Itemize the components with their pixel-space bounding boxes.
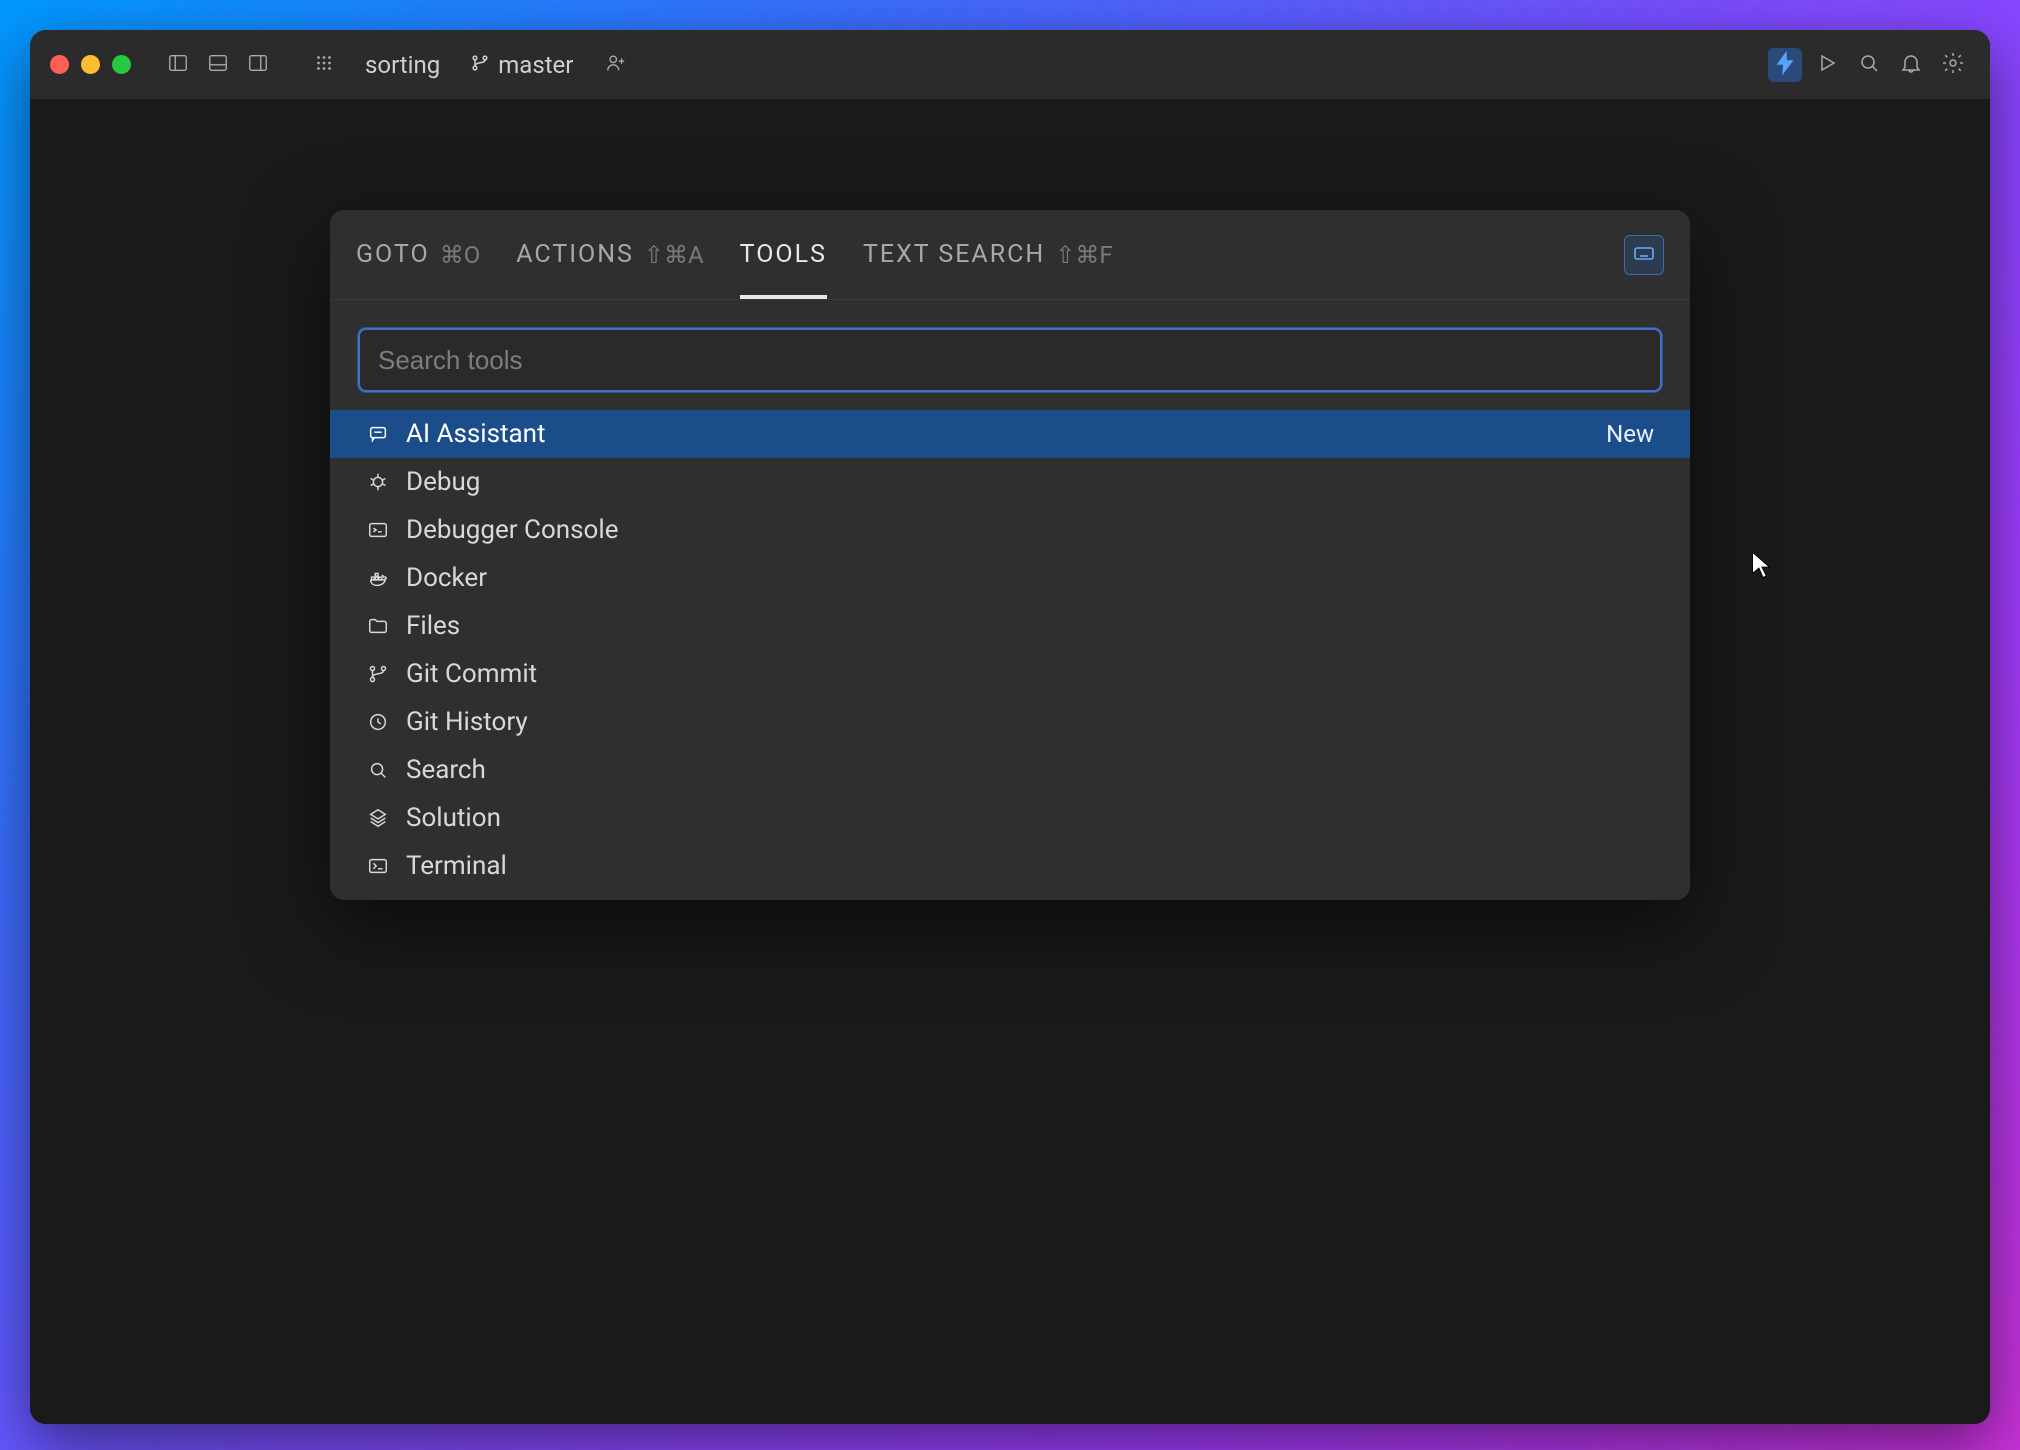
bell-icon (1899, 51, 1923, 79)
result-badge: New (1606, 420, 1654, 448)
docker-icon (366, 566, 390, 590)
palette-tabs: GOTO ⌘O ACTIONS ⇧⌘A TOOLS TEXT SEARCH ⇧⌘… (330, 210, 1690, 300)
traffic-lights (50, 55, 131, 74)
tab-shortcut: ⇧⌘A (644, 241, 704, 269)
apps-menu-button[interactable] (307, 48, 341, 82)
toggle-left-panel-button[interactable] (161, 48, 195, 82)
panel-left-icon (167, 52, 189, 78)
search-icon (366, 758, 390, 782)
console-icon (366, 518, 390, 542)
notifications-button[interactable] (1894, 48, 1928, 82)
solution-icon (366, 806, 390, 830)
result-label: Debug (406, 467, 1654, 497)
add-user-icon (605, 52, 627, 78)
result-label: AI Assistant (406, 419, 1590, 449)
toggle-bottom-panel-button[interactable] (201, 48, 235, 82)
panel-bottom-icon (207, 52, 229, 78)
branch-icon (470, 51, 490, 79)
minimize-window-button[interactable] (81, 55, 100, 74)
tab-label: TOOLS (740, 240, 827, 269)
maximize-window-button[interactable] (112, 55, 131, 74)
palette-search-wrap (330, 300, 1690, 410)
add-collaborator-button[interactable] (599, 48, 633, 82)
mouse-cursor (1750, 550, 1772, 580)
settings-button[interactable] (1936, 48, 1970, 82)
tab-label: GOTO (356, 240, 430, 269)
palette-search-input[interactable] (358, 328, 1662, 392)
app-window: sorting master GOTO ⌘O ACTIONS ⇧⌘A (30, 30, 1990, 1424)
result-item[interactable]: Terminal (330, 842, 1690, 890)
folder-icon (366, 614, 390, 638)
search-icon (1857, 51, 1881, 79)
result-label: Search (406, 755, 1654, 785)
tab-tools[interactable]: TOOLS (740, 210, 827, 299)
result-item[interactable]: Git History (330, 698, 1690, 746)
result-item[interactable]: AI Assistant New (330, 410, 1690, 458)
ai-assistant-button[interactable] (1768, 48, 1802, 82)
result-item[interactable]: Debug (330, 458, 1690, 506)
result-label: Files (406, 611, 1654, 641)
result-label: Git Commit (406, 659, 1654, 689)
bug-icon (366, 470, 390, 494)
result-item[interactable]: Solution (330, 794, 1690, 842)
gear-icon (1941, 51, 1965, 79)
result-item[interactable]: Search (330, 746, 1690, 794)
grid-icon (313, 52, 335, 78)
close-window-button[interactable] (50, 55, 69, 74)
titlebar: sorting master (30, 30, 1990, 100)
result-label: Terminal (406, 851, 1654, 881)
tab-shortcut: ⇧⌘F (1055, 241, 1112, 269)
run-button[interactable] (1810, 48, 1844, 82)
git-branch-selector[interactable]: master (470, 51, 573, 79)
result-item[interactable]: Docker (330, 554, 1690, 602)
tab-goto[interactable]: GOTO ⌘O (356, 210, 480, 299)
search-button[interactable] (1852, 48, 1886, 82)
bolt-icon (1773, 51, 1797, 79)
command-palette: GOTO ⌘O ACTIONS ⇧⌘A TOOLS TEXT SEARCH ⇧⌘… (330, 210, 1690, 900)
result-item[interactable]: Git Commit (330, 650, 1690, 698)
terminal-icon (366, 854, 390, 878)
project-name[interactable]: sorting (365, 51, 440, 79)
chat-icon (366, 422, 390, 446)
result-item[interactable]: Debugger Console (330, 506, 1690, 554)
panel-toggle-group (161, 48, 275, 82)
tab-text-search[interactable]: TEXT SEARCH ⇧⌘F (863, 210, 1113, 299)
tab-label: TEXT SEARCH (863, 240, 1045, 269)
result-item[interactable]: Files (330, 602, 1690, 650)
play-icon (1815, 51, 1839, 79)
tab-label: ACTIONS (516, 240, 634, 269)
tab-shortcut: ⌘O (440, 241, 481, 269)
keyboard-icon (1632, 241, 1656, 269)
branch-icon (366, 662, 390, 686)
result-label: Debugger Console (406, 515, 1654, 545)
titlebar-right-actions (1768, 48, 1970, 82)
toggle-right-panel-button[interactable] (241, 48, 275, 82)
main-area: GOTO ⌘O ACTIONS ⇧⌘A TOOLS TEXT SEARCH ⇧⌘… (30, 100, 1990, 1424)
panel-right-icon (247, 52, 269, 78)
tab-actions[interactable]: ACTIONS ⇧⌘A (516, 210, 703, 299)
keyboard-shortcuts-button[interactable] (1624, 235, 1664, 275)
branch-name: master (498, 51, 573, 79)
palette-results-list: AI Assistant New Debug Debugger Console Dock… (330, 410, 1690, 890)
result-label: Solution (406, 803, 1654, 833)
result-label: Git History (406, 707, 1654, 737)
result-label: Docker (406, 563, 1654, 593)
clock-icon (366, 710, 390, 734)
